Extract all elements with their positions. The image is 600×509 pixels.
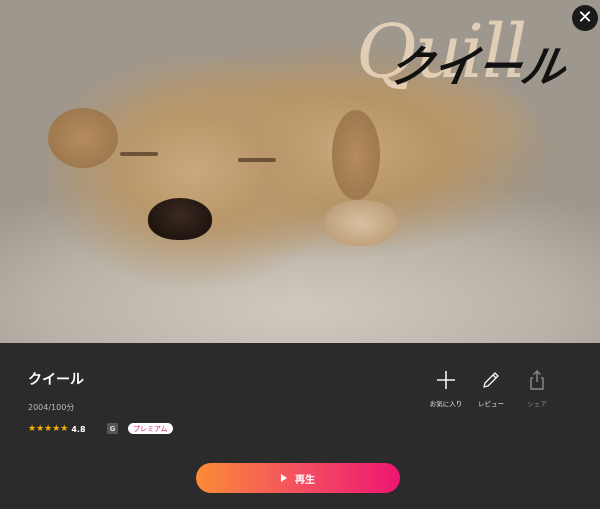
puppy-eye-right — [238, 158, 276, 162]
puppy-eye-left — [120, 152, 158, 156]
play-button[interactable]: 再生 — [196, 463, 400, 493]
review-label: レビュー — [478, 400, 504, 408]
star-rating-icon: ★★★★★ — [28, 424, 69, 434]
share-icon — [514, 365, 560, 395]
rating: ★★★★★ 4.8 — [28, 423, 86, 435]
rating-score: 4.8 — [71, 424, 86, 434]
plus-icon — [423, 365, 469, 395]
puppy-nose — [148, 198, 212, 240]
puppy-paw — [325, 200, 397, 246]
detail-panel: クイール 2004/100分 ★★★★★ 4.8 G プレミアム お気に入り レ… — [0, 343, 600, 509]
play-label: 再生 — [295, 474, 315, 486]
hero-image: Quill クイール ✕ — [0, 0, 600, 343]
year-duration: 2004/100分 — [28, 403, 75, 412]
puppy-ear-left — [48, 108, 118, 168]
age-rating-badge: G — [107, 423, 118, 434]
puppy-ear-right — [332, 110, 380, 200]
logo-kana: クイール — [384, 42, 570, 93]
share-button[interactable]: シェア — [514, 365, 560, 408]
review-button[interactable]: レビュー — [468, 365, 514, 408]
premium-badge: プレミアム — [128, 423, 173, 434]
content-title: クイール — [28, 372, 84, 388]
close-icon: ✕ — [577, 7, 593, 28]
favorite-label: お気に入り — [429, 400, 463, 408]
share-label: シェア — [527, 400, 547, 408]
pencil-icon — [468, 365, 514, 395]
favorite-button[interactable]: お気に入り — [423, 365, 469, 408]
title-logo: Quill クイール — [350, 5, 590, 100]
play-icon — [281, 474, 287, 482]
close-button[interactable]: ✕ — [572, 5, 598, 31]
